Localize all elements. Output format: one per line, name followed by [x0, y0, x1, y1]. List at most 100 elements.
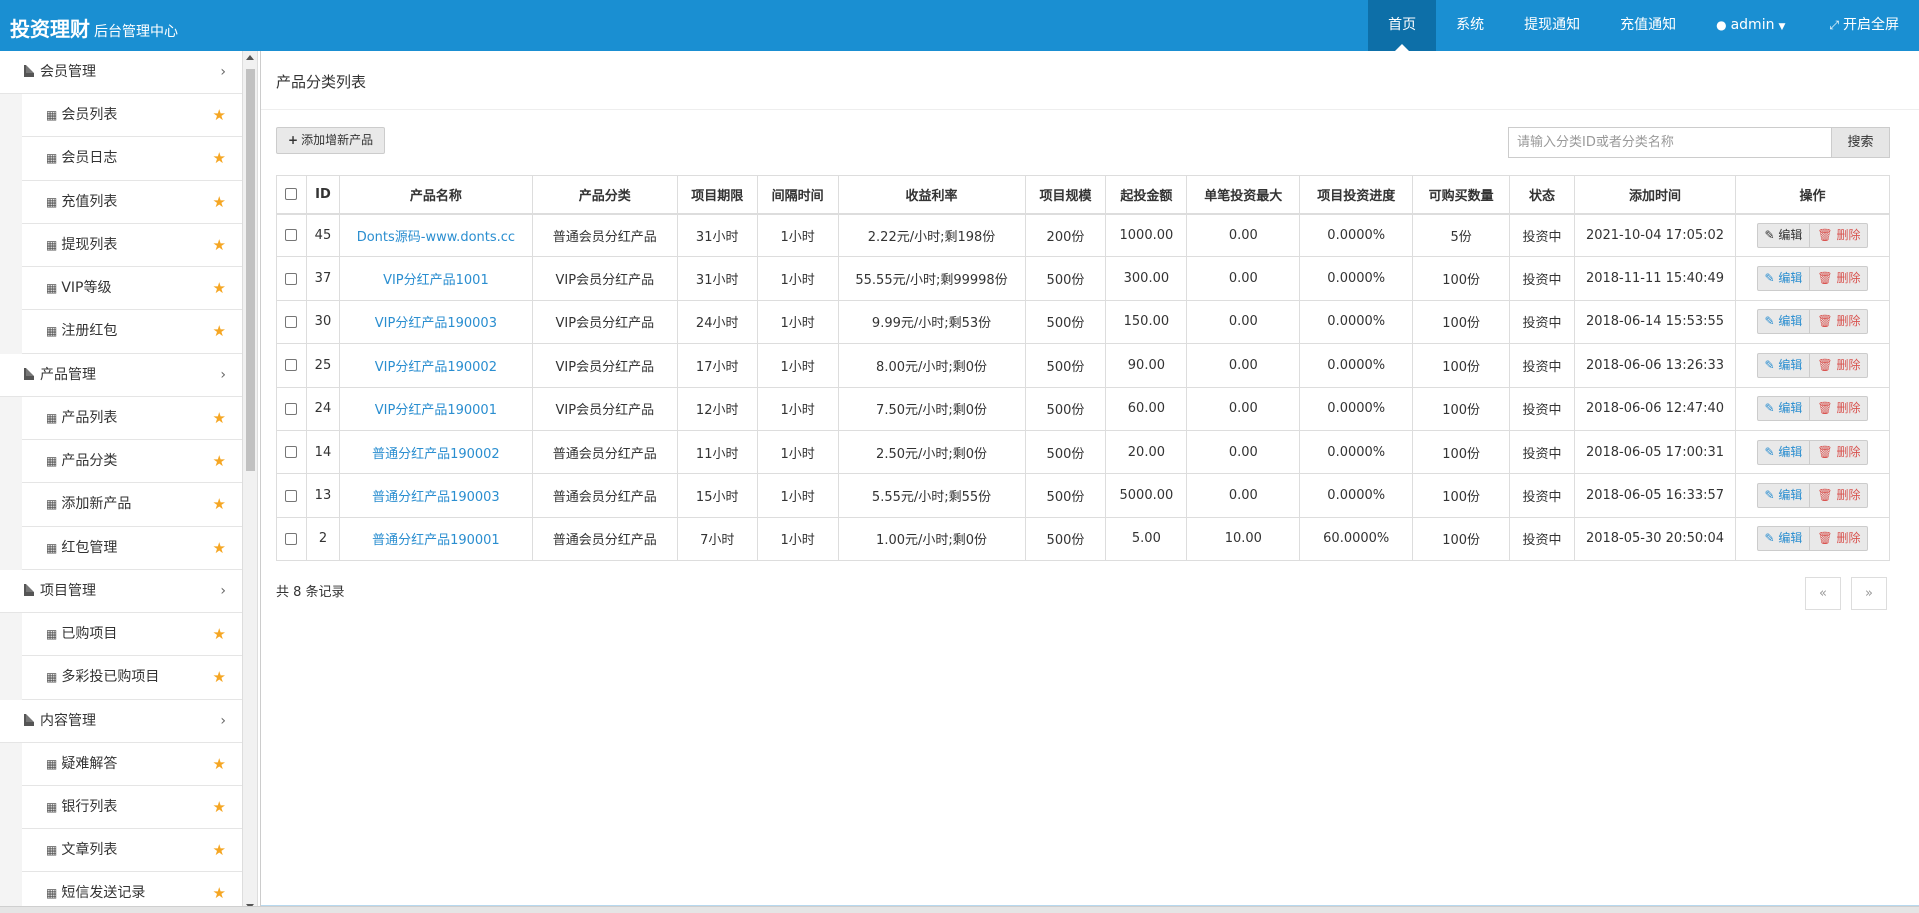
user-menu[interactable]: ● admin ▼	[1696, 0, 1809, 51]
cell-name[interactable]: VIP分红产品190002	[338, 343, 533, 388]
table-row: 24 VIP分红产品190001 VIP会员分红产品 12小时 1小时 7.50元/小时;…	[276, 386, 1891, 431]
edit-icon: ✎	[1764, 488, 1775, 503]
cell-qty: 100份	[1412, 299, 1511, 345]
cell-id: 14	[305, 429, 340, 475]
sidebar-item[interactable]: ▦ 疑难解答 ★	[22, 742, 242, 786]
sidebar-scrollbar[interactable]	[243, 51, 258, 913]
edit-button[interactable]: ✎ 编辑	[1756, 526, 1811, 552]
scrollbar-thumb[interactable]	[246, 69, 255, 471]
scroll-up-icon[interactable]	[246, 55, 254, 60]
cell-scale: 500份	[1024, 516, 1107, 562]
sidebar-item[interactable]: ▦ 会员列表 ★	[22, 94, 242, 138]
sidebar-group[interactable]: 会员管理 ›	[0, 51, 242, 94]
row-checkbox[interactable]	[285, 272, 298, 285]
sidebar-item[interactable]: ▦ 文章列表 ★	[22, 829, 242, 873]
pager-prev-button[interactable]: «	[1805, 577, 1841, 610]
cell-name[interactable]: VIP分红产品190003	[338, 299, 533, 345]
edit-button[interactable]: ✎ 编辑	[1756, 439, 1811, 465]
sidebar-group[interactable]: 项目管理 ›	[0, 569, 242, 613]
row-checkbox[interactable]	[285, 315, 298, 328]
nav-recharge-label: 充值通知	[1620, 17, 1677, 33]
nav-withdraw-notice[interactable]: 提现通知	[1504, 0, 1600, 51]
edit-button[interactable]: ✎ 编辑	[1756, 266, 1811, 292]
trash-icon: 🗑	[1817, 531, 1833, 546]
sidebar-item-label: 文章列表	[61, 842, 118, 859]
cell-qty: 5份	[1412, 212, 1511, 258]
fullscreen-button[interactable]: ⤢ 开启全屏	[1809, 0, 1919, 51]
sidebar-item[interactable]: ▦ 红包管理 ★	[22, 526, 242, 570]
cell-scale: 500份	[1024, 386, 1107, 431]
sidebar-item-label: 会员列表	[61, 107, 118, 123]
trash-icon: 🗑	[1817, 314, 1833, 329]
delete-button[interactable]: 🗑 删除	[1810, 266, 1869, 292]
cell-max: 0.00	[1186, 429, 1301, 475]
sidebar-item[interactable]: ▦ 已购项目 ★	[22, 612, 242, 657]
cell-progress: 0.0000%	[1299, 429, 1414, 475]
cell-qty: 100份	[1412, 473, 1511, 518]
delete-label: 删除	[1836, 444, 1861, 459]
sidebar-submenu: ▦ 疑难解答 ★ ▦ 银行列表 ★ ▦ 文章列表 ★ ▦ 短信发送记录 ★	[0, 742, 242, 913]
cell-time: 2021-10-04 17:05:02	[1574, 212, 1736, 258]
cell-interval: 1小时	[756, 212, 839, 258]
search-input[interactable]	[1508, 127, 1832, 158]
delete-button[interactable]: 🗑 删除	[1810, 483, 1869, 509]
cell-status: 投资中	[1509, 516, 1576, 562]
add-product-button[interactable]: + 添加增新产品	[276, 127, 386, 154]
sidebar-group[interactable]: 内容管理 ›	[0, 699, 242, 743]
row-actions: ✎ 编辑 🗑 删除	[1734, 516, 1891, 562]
delete-button[interactable]: 🗑 删除	[1810, 526, 1869, 552]
delete-button[interactable]: 🗑 删除	[1810, 222, 1869, 248]
cell-name[interactable]: 普通分红产品190002	[338, 429, 533, 475]
search-button[interactable]: 搜索	[1832, 127, 1890, 158]
cell-name[interactable]: VIP分红产品190001	[338, 386, 533, 431]
sidebar-group[interactable]: 产品管理 ›	[0, 353, 242, 397]
pager-next-button[interactable]: »	[1851, 577, 1887, 610]
sidebar-item[interactable]: ▦ 会员日志 ★	[22, 137, 242, 181]
chevron-right-icon: ›	[220, 712, 226, 729]
cell-scale: 500份	[1024, 299, 1107, 345]
row-checkbox[interactable]	[285, 489, 298, 502]
puzzle-icon: ▦	[46, 410, 58, 425]
sidebar-item[interactable]: ▦ 银行列表 ★	[22, 785, 242, 830]
sidebar-item[interactable]: ▦ 添加新产品 ★	[22, 483, 242, 527]
sidebar-item[interactable]: ▦ 提现列表 ★	[22, 223, 242, 268]
edit-button[interactable]: ✎ 编辑	[1756, 352, 1811, 378]
nav-recharge-notice[interactable]: 充值通知	[1600, 0, 1696, 51]
edit-button[interactable]: ✎ 编辑	[1756, 483, 1811, 509]
sidebar-item[interactable]: ▦ 多彩投已购项目 ★	[22, 656, 242, 700]
delete-button[interactable]: 🗑 删除	[1810, 396, 1869, 422]
row-checkbox[interactable]	[285, 446, 298, 459]
row-checkbox[interactable]	[285, 532, 298, 545]
cell-term: 17小时	[676, 343, 758, 388]
cell-id: 2	[305, 516, 340, 562]
cell-name[interactable]: 普通分红产品190001	[338, 516, 533, 562]
brand-title: 投资理财	[10, 17, 90, 41]
cell-status: 投资中	[1509, 343, 1576, 388]
edit-button[interactable]: ✎ 编辑	[1756, 222, 1811, 248]
delete-button[interactable]: 🗑 删除	[1810, 439, 1869, 465]
row-checkbox[interactable]	[285, 229, 298, 242]
row-checkbox[interactable]	[285, 359, 298, 372]
sidebar-item-label: 产品列表	[61, 409, 118, 426]
nav-home[interactable]: 首页	[1368, 0, 1437, 51]
sidebar-item[interactable]: ▦ VIP等级 ★	[22, 267, 242, 311]
cell-name[interactable]: VIP分红产品1001	[338, 256, 533, 301]
nav-system[interactable]: 系统	[1436, 0, 1504, 51]
cell-name[interactable]: 普通分红产品190003	[338, 473, 533, 518]
delete-label: 删除	[1836, 357, 1861, 372]
row-checkbox[interactable]	[285, 402, 298, 415]
delete-button[interactable]: 🗑 删除	[1810, 352, 1869, 378]
sidebar-item[interactable]: ▦ 产品列表 ★	[22, 396, 242, 441]
sidebar-item[interactable]: ▦ 注册红包 ★	[22, 310, 242, 354]
select-all-checkbox[interactable]	[285, 188, 298, 201]
delete-button[interactable]: 🗑 删除	[1810, 309, 1869, 335]
sidebar-item-label: 注册红包	[61, 323, 118, 340]
plus-icon: +	[288, 133, 299, 147]
sidebar-item[interactable]: ▦ 充值列表 ★	[22, 180, 242, 224]
edit-button[interactable]: ✎ 编辑	[1756, 309, 1811, 335]
edit-button[interactable]: ✎ 编辑	[1756, 396, 1811, 422]
cell-name[interactable]: Donts源码-www.donts.cc	[338, 212, 533, 258]
sidebar-item[interactable]: ▦ 产品分类 ★	[22, 440, 242, 484]
edit-label: 编辑	[1778, 314, 1803, 329]
puzzle-icon: ▦	[46, 454, 58, 469]
